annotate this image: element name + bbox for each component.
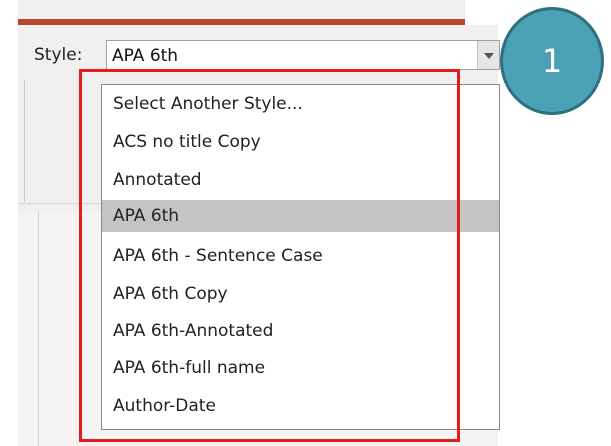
- step-callout: 1: [500, 7, 604, 115]
- style-dropdown-value: APA 6th: [112, 46, 179, 66]
- highlight-box: [79, 69, 460, 442]
- chevron-down-icon[interactable]: [477, 41, 499, 69]
- style-label: Style:: [34, 45, 83, 65]
- panel-divider: [38, 212, 39, 446]
- step-number: 1: [541, 42, 563, 80]
- style-dropdown[interactable]: APA 6th: [106, 40, 500, 70]
- panel-divider: [24, 80, 25, 202]
